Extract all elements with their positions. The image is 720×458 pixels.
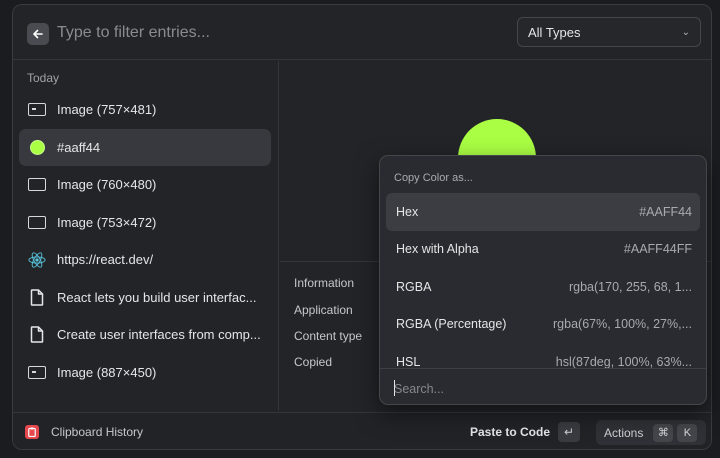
- list-item[interactable]: Image (757×481): [19, 91, 271, 129]
- paste-to-code-button[interactable]: Paste to Code: [470, 425, 550, 439]
- section-label-today: Today: [27, 71, 60, 85]
- list-item-label: Image (760×480): [57, 177, 157, 193]
- list-item-label: Image (753×472): [57, 214, 157, 230]
- list-item[interactable]: #aaff44: [19, 128, 271, 166]
- command-key-icon: ⌘: [653, 423, 674, 442]
- menu-item-label: RGBA: [396, 279, 432, 294]
- copy-color-popover: Copy Color as... Hex #AAFF44 Hex with Al…: [379, 155, 707, 405]
- list-item-label: Create user interfaces from comp...: [57, 327, 261, 343]
- menu-item-value: rgba(170, 255, 68, 1...: [568, 279, 692, 294]
- list-item-label: https://react.dev/: [57, 252, 154, 268]
- menu-item-hex[interactable]: Hex #AAFF44: [386, 193, 700, 231]
- menu-item-value: #AAFF44FF: [623, 242, 692, 257]
- type-filter-dropdown[interactable]: All Types ⌄: [517, 17, 701, 47]
- copy-format-menu: Hex #AAFF44 Hex with Alpha #AAFF44FF RGB…: [386, 193, 700, 368]
- info-label-copied: Copied: [294, 355, 333, 369]
- actions-button[interactable]: Actions ⌘ K: [596, 420, 706, 445]
- menu-item-value: #AAFF44: [639, 204, 692, 219]
- list-item-label: Image (757×481): [57, 102, 157, 118]
- menu-item-value: hsl(87deg, 100%, 63%...: [555, 354, 692, 368]
- chevron-down-icon: ⌄: [681, 26, 690, 38]
- menu-item-rgba[interactable]: RGBA rgba(170, 255, 68, 1...: [386, 268, 700, 306]
- menu-item-label: Hex: [396, 204, 419, 219]
- menu-item-label: HSL: [396, 354, 421, 368]
- filter-input[interactable]: [57, 19, 497, 47]
- information-heading: Information: [294, 276, 355, 290]
- list-item[interactable]: Image (887×450): [19, 354, 271, 392]
- list-item[interactable]: Create user interfaces from comp...: [19, 316, 271, 354]
- list-item-label: React lets you build user interfac...: [57, 289, 257, 305]
- react-icon: [27, 250, 47, 270]
- footer-bar: Clipboard History Paste to Code ↵ Action…: [13, 412, 711, 449]
- color-swatch-icon: [27, 137, 47, 157]
- list-item[interactable]: https://react.dev/: [19, 241, 271, 279]
- menu-item-label: RGBA (Percentage): [396, 317, 507, 332]
- menu-item-value: rgba(67%, 100%, 27%,...: [553, 317, 692, 332]
- list-item[interactable]: Image (760×480): [19, 166, 271, 204]
- list-item[interactable]: React lets you build user interfac...: [19, 279, 271, 317]
- arrow-left-icon: [33, 29, 43, 39]
- image-icon: [27, 175, 47, 195]
- file-icon: [27, 287, 47, 307]
- list-item[interactable]: Image (753×472): [19, 204, 271, 242]
- history-list: Image (757×481) #aaff44 Image (760×480) …: [19, 91, 271, 391]
- clipboard-icon: [25, 425, 39, 439]
- info-label-content-type: Content type: [294, 329, 363, 343]
- list-item-label: Image (887×450): [57, 364, 157, 380]
- menu-item-rgba-percentage[interactable]: RGBA (Percentage) rgba(67%, 100%, 27%,..…: [386, 306, 700, 344]
- menu-item-hex-alpha[interactable]: Hex with Alpha #AAFF44FF: [386, 231, 700, 269]
- search-input[interactable]: [394, 379, 684, 399]
- header: All Types ⌄: [13, 5, 711, 60]
- image-icon: [27, 100, 47, 120]
- actions-label: Actions: [604, 425, 644, 440]
- k-key: K: [677, 423, 698, 442]
- image-icon: [27, 212, 47, 232]
- menu-item-label: Hex with Alpha: [396, 242, 479, 257]
- menu-item-hsl[interactable]: HSL hsl(87deg, 100%, 63%...: [386, 343, 700, 368]
- sidebar: Today Image (757×481) #aaff44 Image (760…: [13, 61, 279, 411]
- file-icon: [27, 325, 47, 345]
- back-button[interactable]: [27, 23, 49, 45]
- popover-title: Copy Color as...: [394, 172, 473, 184]
- app-title: Clipboard History: [51, 425, 144, 439]
- enter-key-icon: ↵: [558, 422, 580, 442]
- type-filter-value: All Types: [528, 24, 581, 40]
- popover-search-bar: [380, 368, 706, 404]
- info-label-application: Application: [294, 303, 353, 317]
- image-icon: [27, 362, 47, 382]
- list-item-label: #aaff44: [57, 139, 101, 155]
